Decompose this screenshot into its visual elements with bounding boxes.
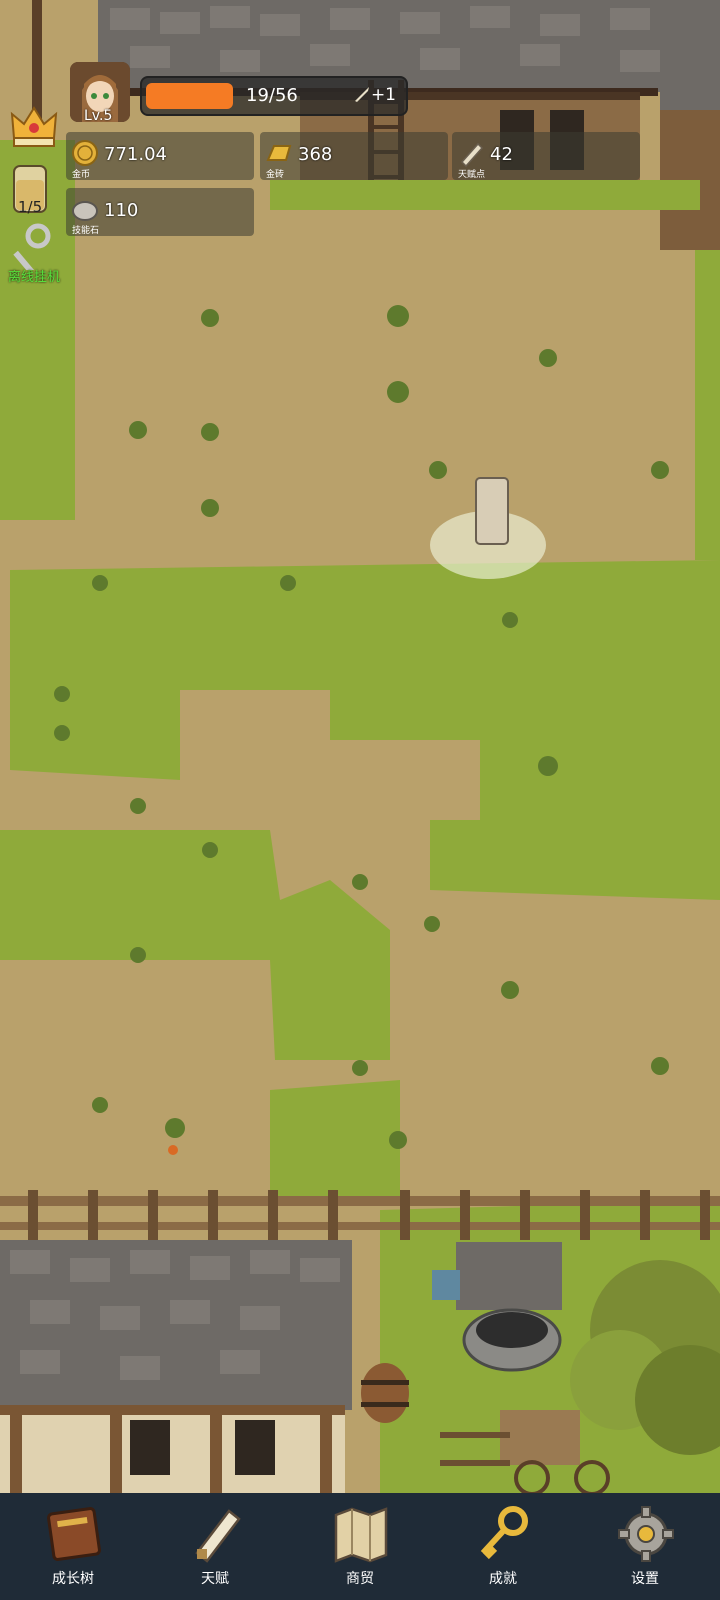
nav-achievement[interactable]: 成就 [448, 1493, 558, 1600]
player-level: Lv.5 [84, 108, 113, 124]
scroll-icon [195, 1509, 241, 1563]
skill-stone-label: 技能石 [72, 226, 100, 236]
potion-count: 1/5 [18, 198, 43, 216]
nav-talent[interactable]: 天赋 [160, 1493, 270, 1600]
nav-trade[interactable]: 商贸 [305, 1493, 415, 1600]
talent-points-resource[interactable]: 42 天赋点 [452, 132, 640, 180]
nav-settings[interactable]: 设置 [590, 1493, 700, 1600]
nav-talent-label: 天赋 [201, 1571, 229, 1587]
well-roof [456, 1242, 562, 1310]
bottom-nav: 成长树 天赋 商贸 成就 设置 [0, 1493, 720, 1600]
skill-stone-value: 110 [104, 200, 139, 221]
crown-icon[interactable] [8, 102, 60, 150]
gold-bar-icon [266, 145, 292, 161]
nav-achievement-label: 成就 [489, 1571, 517, 1587]
gear-icon [618, 1506, 674, 1562]
scroll-icon [460, 142, 484, 168]
gold-bar-label: 金砖 [266, 170, 285, 180]
nav-trade-label: 商贸 [346, 1571, 374, 1587]
talent-points-label: 天赋点 [458, 170, 486, 180]
nav-growth-tree[interactable]: 成长树 [18, 1493, 128, 1600]
map-icon [334, 1507, 388, 1563]
key-icon [480, 1506, 528, 1560]
bottom-building-roof [0, 1240, 352, 1410]
quill-icon [354, 87, 369, 102]
stone-icon [72, 201, 98, 221]
gold-value: 771.04 [104, 144, 167, 165]
gold-bar-value: 368 [298, 144, 333, 165]
xp-bonus: +1 [353, 85, 396, 105]
gold-resource[interactable]: 771.04 金币 [66, 132, 254, 180]
gold-coin-icon [72, 140, 98, 166]
talent-points-value: 42 [490, 144, 513, 165]
idle-key-icon[interactable] [8, 222, 56, 270]
xp-bar: 19/56 +1 [140, 76, 408, 116]
idle-label[interactable]: 离线挂机 [8, 266, 60, 285]
xp-bar-fill [146, 83, 233, 109]
gold-label: 金币 [72, 170, 91, 180]
gold-bar-resource[interactable]: 368 金砖 [260, 132, 448, 180]
skill-stone-resource[interactable]: 110 技能石 [66, 188, 254, 236]
nav-growth-tree-label: 成长树 [52, 1571, 94, 1587]
xp-bonus-value: +1 [370, 85, 396, 105]
book-icon [47, 1507, 101, 1561]
glowing-stone [475, 477, 509, 545]
xp-text: 19/56 [246, 85, 298, 106]
hud: Lv.5 19/56 +1 771.04 金币 368 金砖 42 天赋点 11… [0, 0, 720, 300]
nav-settings-label: 设置 [631, 1571, 659, 1587]
